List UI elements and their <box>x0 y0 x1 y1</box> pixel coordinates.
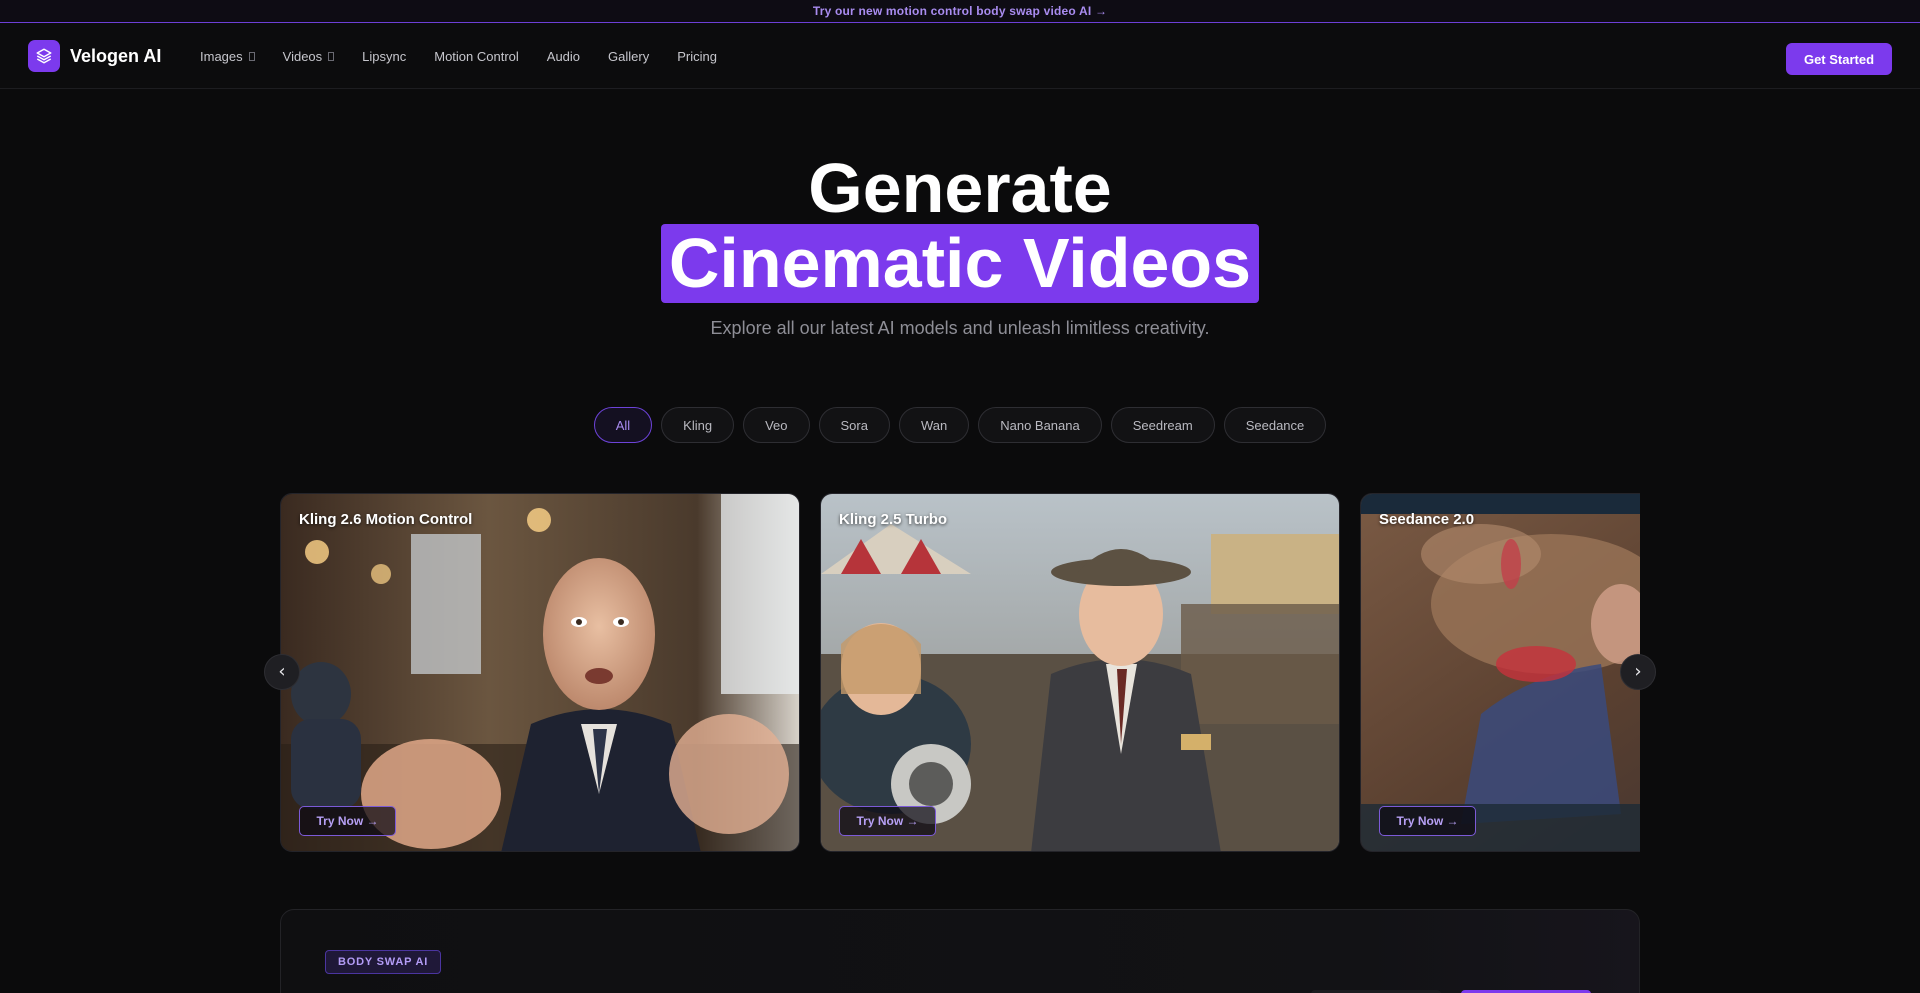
model-card-kling-2-5-turbo[interactable]: Kling 2.5 Turbo Try Now → <box>820 493 1340 852</box>
layers-icon[interactable] <box>28 40 60 72</box>
model-card-kling-2-6-motion-control[interactable]: Kling 2.6 Motion Control Try Now → <box>280 493 800 852</box>
filter-chip-veo[interactable]: Veo <box>743 407 810 443</box>
nav-links: Images Videos Lipsync Motion Control Aud… <box>200 23 745 89</box>
brand-name[interactable]: Velogen AI <box>70 46 161 67</box>
card-preview-image <box>1361 494 1640 851</box>
filter-chip-wan[interactable]: Wan <box>898 407 970 443</box>
card-title: Kling 2.5 Turbo <box>839 511 948 528</box>
try-now-button[interactable]: Try Now → <box>299 806 396 836</box>
filter-chip-seedream[interactable]: Seedream <box>1110 407 1215 443</box>
nav-item-label: Images <box>200 48 243 64</box>
body-swap-section: BODY SWAP AI <box>280 909 1640 993</box>
card-preview-image <box>821 494 1339 851</box>
model-card-seedance-2-0[interactable]: Seedance 2.0 Try Now → <box>1360 493 1640 852</box>
nav-item-videos[interactable]: Videos <box>283 49 335 64</box>
filter-chip-all[interactable]: All <box>593 407 653 443</box>
nav-item-label: Audio <box>546 48 581 64</box>
card-title: Kling 2.6 Motion Control <box>299 511 473 528</box>
card-title: Seedance 2.0 <box>1379 511 1475 528</box>
carousel-next-icon[interactable]: › <box>1620 654 1656 690</box>
carousel-prev-icon[interactable]: ‹ <box>264 654 300 690</box>
get-started-button[interactable]: Get Started <box>1786 43 1892 75</box>
filter-chip-nano-banana[interactable]: Nano Banana <box>978 407 1102 443</box>
section-badge: BODY SWAP AI <box>325 950 442 974</box>
announcement-link[interactable]: Try our new motion control body swap vid… <box>813 4 1107 18</box>
nav-item-images[interactable]: Images <box>200 49 255 64</box>
hero-title-line-1: Generate <box>808 149 1112 227</box>
filter-chip-kling[interactable]: Kling <box>661 407 735 443</box>
filter-chip-seedance[interactable]: Seedance <box>1223 407 1327 443</box>
nav-item-label: Videos <box>282 48 323 64</box>
try-now-button[interactable]: Try Now → <box>1379 806 1476 836</box>
nav-item-pricing[interactable]: Pricing <box>677 49 717 64</box>
nav-item-label: Gallery <box>608 48 650 64</box>
hero-title-line-2: Cinematic Videos <box>661 224 1259 303</box>
card-preview-image <box>281 494 799 851</box>
nav-item-motion-control[interactable]: Motion Control <box>434 49 519 64</box>
model-carousel: Kling 2.6 Motion Control Try Now → Kling… <box>280 493 1640 852</box>
hero-subtitle: Explore all our latest AI models and unl… <box>710 318 1210 338</box>
try-now-button[interactable]: Try Now → <box>839 806 936 836</box>
nav-item-label: Lipsync <box>362 48 407 64</box>
dropdown-icon <box>248 51 255 61</box>
nav-item-gallery[interactable]: Gallery <box>608 49 649 64</box>
model-filter-chips: All Kling Veo Sora Wan Nano Banana Seedr… <box>0 407 1920 443</box>
dropdown-icon <box>328 51 335 61</box>
nav-item-label: Motion Control <box>434 48 519 64</box>
nav-item-label: Pricing <box>677 48 717 64</box>
filter-chip-sora[interactable]: Sora <box>818 407 890 443</box>
nav-item-audio[interactable]: Audio <box>547 49 580 64</box>
announcement-bar: Try our new motion control body swap vid… <box>0 0 1920 23</box>
top-navbar: Velogen AI Images Videos Lipsync Motion … <box>0 23 1920 89</box>
nav-item-lipsync[interactable]: Lipsync <box>362 49 406 64</box>
